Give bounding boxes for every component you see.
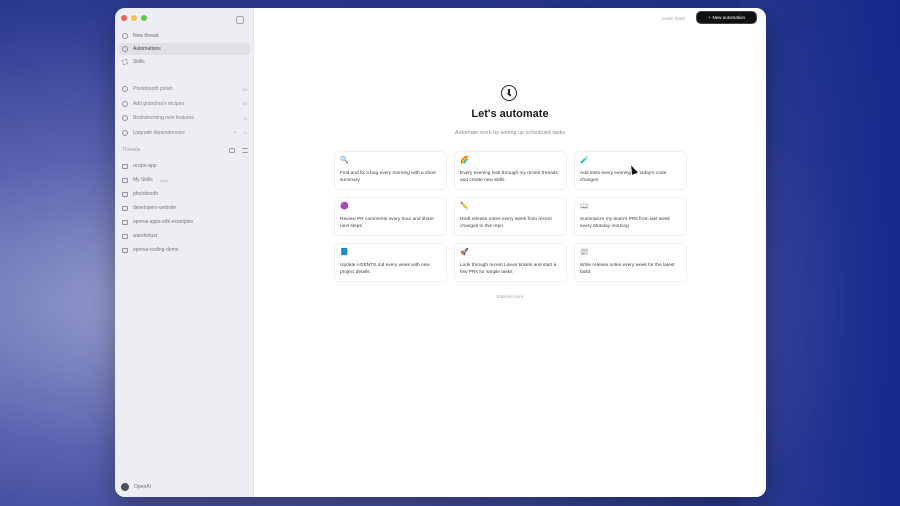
folder-item[interactable]: My Skills skills — [119, 174, 250, 186]
folder-label: openai-coding-demo — [133, 247, 179, 253]
clock-icon — [122, 46, 128, 52]
thread-time: 5h — [242, 86, 247, 92]
thread-label: Brainstorming new features — [133, 115, 194, 121]
thread-extra: + — [233, 129, 236, 136]
newspaper-icon: 📰 — [580, 249, 589, 256]
thread-icon — [122, 86, 128, 92]
folder-item[interactable]: recipe-app — [119, 160, 250, 172]
pinned-thread-item[interactable]: Upgrade dependencies + 7h — [119, 127, 250, 139]
thread-label: Photobooth polish — [133, 86, 174, 92]
thread-folders: recipe-app My Skills skills photobooth d… — [119, 160, 250, 258]
automation-card[interactable]: 🟣 Review PR comments every hour and shar… — [334, 197, 447, 236]
learn-more-link[interactable]: Learn more — [662, 16, 685, 21]
folder-item[interactable]: photobooth — [119, 188, 250, 200]
sidebar-toggle-icon[interactable] — [236, 16, 244, 24]
clock-icon — [501, 85, 517, 101]
pinned-threads: Photobooth polish 5h Add grandma's recip… — [119, 83, 250, 141]
threads-heading: Threads — [122, 147, 141, 153]
automation-card[interactable]: 🔍 Find and fix a bug every morning with … — [334, 151, 447, 190]
sidebar-item-new-thread[interactable]: New thread — [119, 30, 250, 42]
automation-card[interactable]: 🌈 Every evening look through my recent t… — [454, 151, 567, 190]
folder-icon — [122, 163, 128, 169]
pinned-thread-item[interactable]: Photobooth polish 5h — [119, 83, 250, 95]
pinned-thread-item[interactable]: Brainstorming new features 7h — [119, 112, 250, 124]
magnifier-icon: 🔍 — [340, 157, 349, 164]
folder-label: wanderlust — [133, 233, 158, 239]
folder-icon — [122, 177, 128, 183]
sidebar: New thread Automations Skills Photobooth… — [115, 8, 254, 497]
automation-card[interactable]: 📖 Summarize my team's PRs from last week… — [574, 197, 687, 236]
folder-item[interactable]: developers-website — [119, 202, 250, 214]
explore-more-link[interactable]: Explore more — [254, 294, 766, 299]
card-text: Review PR comments every hour and share … — [340, 217, 434, 229]
skills-icon — [122, 59, 128, 65]
page-subtitle: Automate work by setting up scheduled ta… — [454, 130, 566, 136]
automation-card[interactable]: 📰 Write release notes every week for the… — [574, 243, 687, 282]
folder-item[interactable]: wanderlust — [119, 230, 250, 242]
sidebar-item-label: New thread — [133, 33, 159, 39]
card-text: Look through recent Linear tickets and s… — [460, 263, 557, 275]
pencil-icon: ✏️ — [460, 203, 469, 210]
thread-icon — [122, 129, 128, 136]
sidebar-nav: New thread Automations Skills — [119, 30, 250, 69]
sidebar-item-label: Skills — [133, 59, 145, 65]
folder-icon — [122, 191, 128, 197]
folder-icon — [122, 205, 128, 211]
rocket-icon: 🚀 — [460, 249, 469, 256]
thread-icon — [122, 115, 128, 121]
edit-icon — [122, 33, 128, 39]
card-text: Every evening look through my recent thr… — [460, 171, 558, 183]
card-text: Summarize my team's PRs from last week e… — [580, 217, 670, 229]
automation-card[interactable]: ✏️ Draft release notes every week from r… — [454, 197, 567, 236]
comment-bubble-icon: 🟣 — [340, 203, 349, 210]
open-book-icon: 📖 — [580, 203, 589, 210]
folder-icon — [122, 247, 128, 253]
thread-label: Upgrade dependencies — [133, 129, 185, 136]
folder-item[interactable]: openai-coding-demo — [119, 244, 250, 256]
user-name: OpenAI — [134, 484, 151, 490]
page-title: Let's automate — [471, 108, 549, 120]
automation-card[interactable]: 🚀 Look through recent Linear tickets and… — [454, 243, 567, 282]
blue-book-icon: 📘 — [340, 249, 349, 256]
filter-icon[interactable] — [242, 147, 248, 153]
thread-time: 5h — [242, 101, 247, 106]
close-window-button[interactable] — [121, 15, 127, 21]
app-window: New thread Automations Skills Photobooth… — [115, 8, 766, 497]
sidebar-item-skills[interactable]: Skills — [119, 56, 250, 68]
new-automation-label: New automation — [712, 15, 746, 20]
rainbow-icon: 🌈 — [460, 157, 469, 164]
folder-label: recipe-app — [133, 163, 157, 169]
zoom-window-button[interactable] — [141, 15, 147, 21]
new-folder-icon[interactable] — [229, 147, 235, 153]
folder-icon — [122, 233, 128, 239]
threads-header: Threads — [122, 147, 248, 153]
card-text: Write release notes every week for the l… — [580, 263, 675, 275]
folder-label: developers-website — [133, 205, 177, 211]
new-automation-button[interactable]: + New automation — [697, 12, 756, 23]
pinned-thread-item[interactable]: Add grandma's recipes 5h — [119, 98, 250, 110]
folder-label: My Skills — [133, 177, 153, 183]
folder-label: openai-apps-sdk-examples — [133, 219, 194, 225]
plus-icon: + — [707, 15, 711, 20]
sidebar-item-label: Automations — [133, 46, 161, 52]
automation-card[interactable]: 📘 Update AGENTS.md every week with new p… — [334, 243, 447, 282]
card-text: Update AGENTS.md every week with new pro… — [340, 263, 430, 275]
user-account[interactable]: OpenAI — [121, 483, 151, 491]
folder-sublabel: skills — [159, 177, 169, 183]
sidebar-item-automations[interactable]: Automations — [119, 43, 250, 55]
avatar — [121, 483, 129, 491]
card-text: Draft release notes every week from rece… — [460, 217, 552, 229]
window-controls — [121, 15, 147, 21]
folder-item[interactable]: openai-apps-sdk-examples — [119, 216, 250, 228]
thread-time: 7h — [242, 130, 247, 135]
main-content: Learn more + New automation Let's automa… — [254, 8, 766, 497]
folder-icon — [122, 219, 128, 225]
minimize-window-button[interactable] — [131, 15, 137, 21]
thread-time: 7h — [242, 115, 247, 121]
folder-label: photobooth — [133, 191, 159, 197]
card-text: Find and fix a bug every morning with a … — [340, 171, 436, 183]
thread-label: Add grandma's recipes — [133, 100, 184, 107]
thread-icon — [122, 100, 128, 107]
